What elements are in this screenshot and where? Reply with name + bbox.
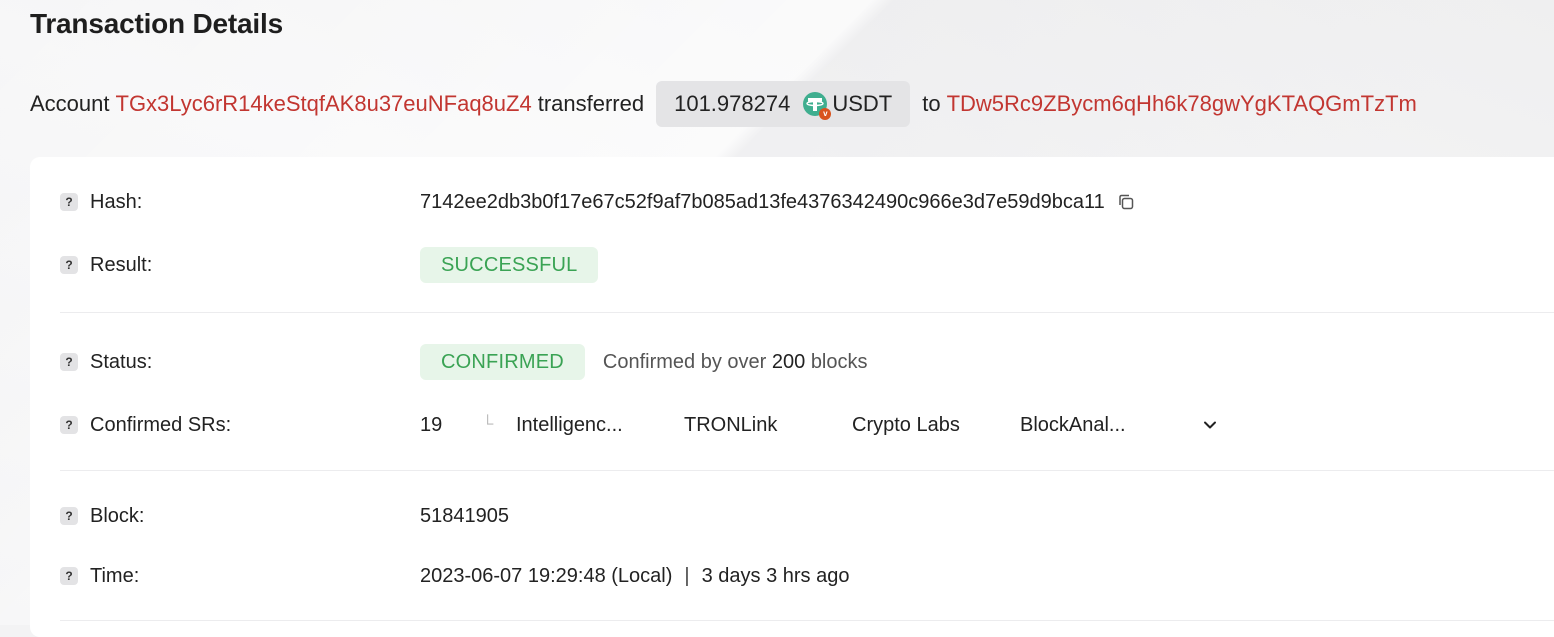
token-symbol[interactable]: USDT [832, 91, 892, 117]
sr-item[interactable]: Crypto Labs [852, 414, 1020, 437]
confirmed-srs-row: ? Confirmed SRs: 19 └ Intelligenc... TRO… [60, 405, 1554, 445]
tree-branch-icon: └ [482, 416, 494, 433]
to-address-link[interactable]: TDw5Rc9ZBycm6qHh6k78gwYgKTAQGmTzTm [947, 91, 1417, 117]
time-separator: | [684, 564, 690, 587]
time-label: Time: [90, 564, 140, 587]
hash-label: Hash: [90, 190, 143, 213]
result-badge: SUCCESSFUL [420, 247, 599, 283]
verified-badge-icon: v [819, 108, 832, 120]
help-icon[interactable]: ? [60, 193, 78, 211]
divider [60, 620, 1554, 621]
confirmation-count: 200 [771, 350, 806, 373]
relative-time: 3 days 3 hrs ago [701, 564, 850, 587]
sr-item[interactable]: TRONLink [684, 414, 852, 437]
divider [60, 470, 1554, 471]
tether-icon: v [802, 91, 832, 120]
block-number-link[interactable]: 51841905 [420, 505, 509, 528]
confirmation-note: Confirmed by over 200 blocks [602, 350, 868, 373]
result-row: ? Result: SUCCESSFUL [60, 245, 1554, 285]
hash-row: ? Hash: 7142ee2db3b0f17e67c52f9af7b085ad… [60, 182, 1554, 222]
status-badge: CONFIRMED [420, 344, 585, 380]
copy-icon[interactable] [1117, 193, 1135, 211]
result-label: Result: [90, 253, 153, 276]
sr-item[interactable]: Intelligenc... [516, 414, 684, 437]
transfer-amount: 101.978274 [674, 91, 791, 116]
transfer-summary: Account TGx3Lyc6rR14keStqfAK8u37euNFaq8u… [30, 80, 1423, 128]
divider [60, 312, 1554, 313]
block-label: Block: [90, 504, 145, 527]
status-label: Status: [90, 350, 153, 373]
hash-value: 7142ee2db3b0f17e67c52f9af7b085ad13fe4376… [420, 190, 1105, 213]
to-label: to [922, 91, 941, 116]
help-icon[interactable]: ? [60, 416, 78, 434]
from-address-link[interactable]: TGx3Lyc6rR14keStqfAK8u37euNFaq8uZ4 [116, 91, 532, 117]
amount-pill: 101.978274 v USDT [656, 81, 911, 127]
page-title: Transaction Details [30, 8, 283, 39]
confirmed-srs-label: Confirmed SRs: [90, 413, 232, 436]
status-row: ? Status: CONFIRMED Confirmed by over 20… [60, 342, 1554, 382]
help-icon[interactable]: ? [60, 353, 78, 371]
sr-count: 19 [420, 413, 443, 436]
help-icon[interactable]: ? [60, 567, 78, 585]
chevron-down-icon[interactable] [1202, 417, 1218, 433]
sr-item[interactable]: BlockAnal... [1020, 414, 1202, 437]
help-icon[interactable]: ? [60, 507, 78, 525]
time-row: ? Time: 2023-06-07 19:29:48 (Local) | 3 … [60, 556, 1554, 596]
account-prefix: Account [30, 91, 110, 116]
block-row: ? Block: 51841905 [60, 496, 1554, 536]
timestamp: 2023-06-07 19:29:48 (Local) [420, 564, 673, 587]
details-card: ? Hash: 7142ee2db3b0f17e67c52f9af7b085ad… [30, 157, 1554, 637]
transferred-label: transferred [537, 91, 645, 116]
help-icon[interactable]: ? [60, 256, 78, 274]
